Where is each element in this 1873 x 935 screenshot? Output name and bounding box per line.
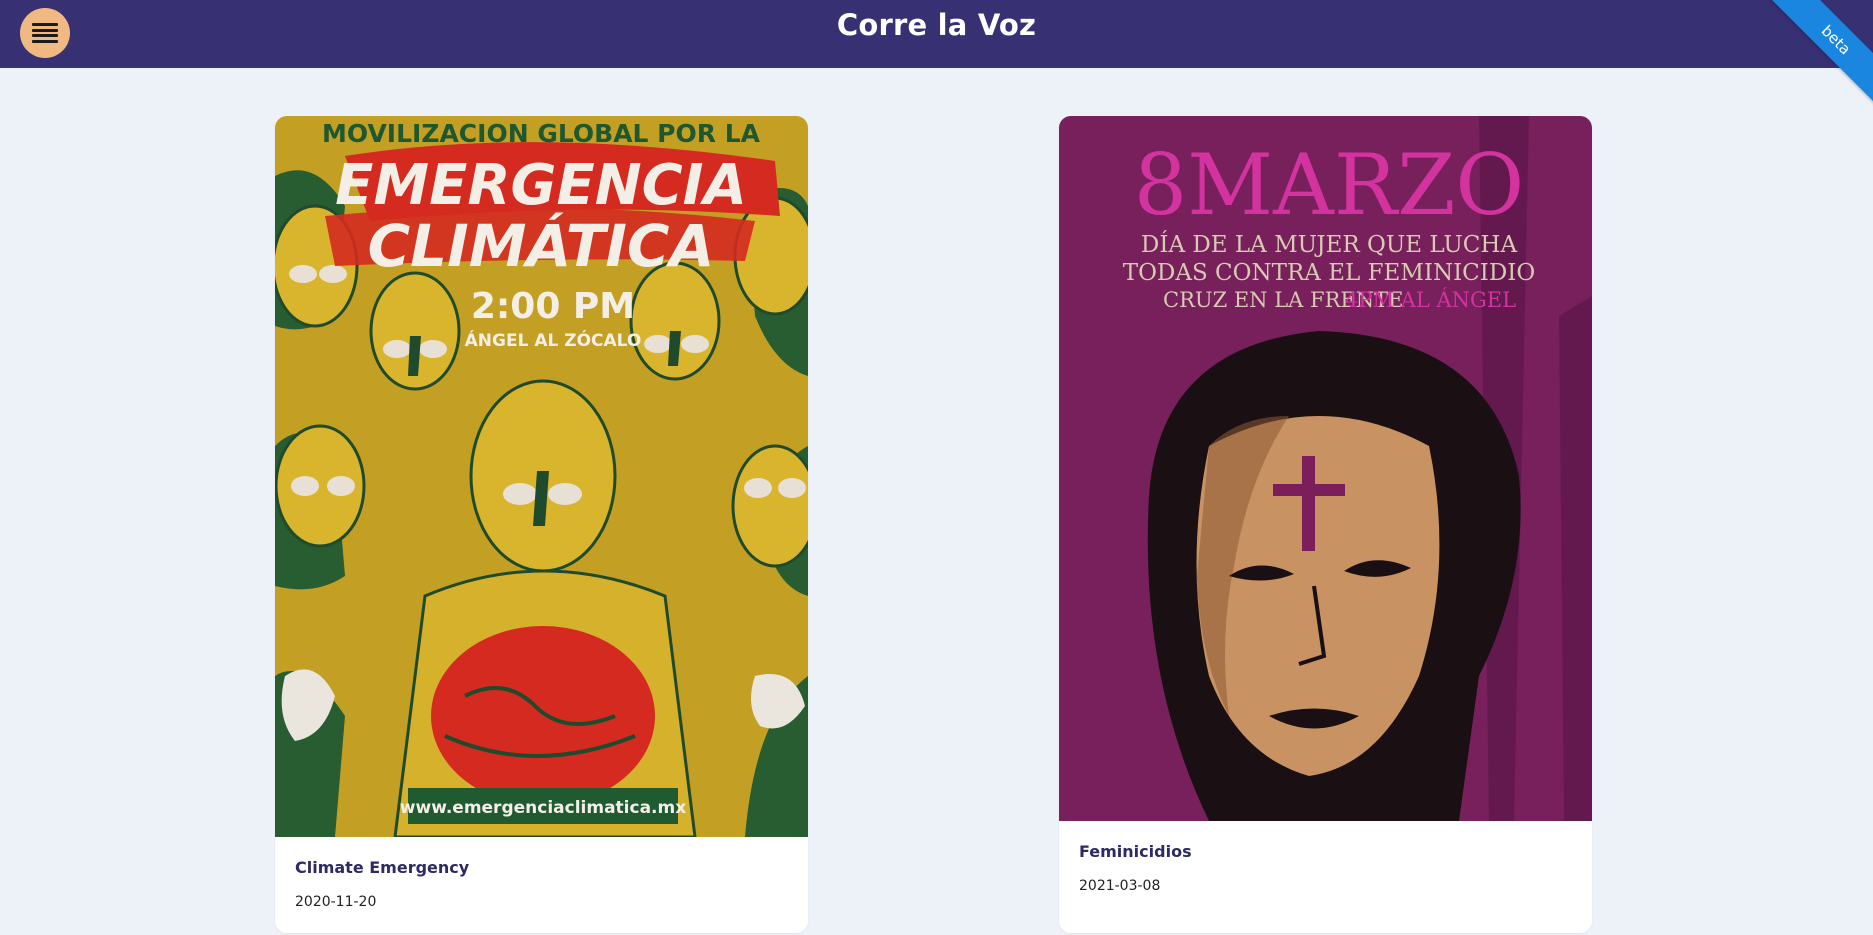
post-card-climate-emergency[interactable]: MOVILIZACION GLOBAL POR LA EMERGENCIA CL… <box>275 116 808 933</box>
post-poster-image: 8MARZO DÍA DE LA MUJER QUE LUCHA TODAS C… <box>1059 116 1592 821</box>
post-title[interactable]: Feminicidios <box>1079 842 1192 861</box>
app-title: Corre la Voz <box>836 8 1037 42</box>
poster-headline: 8MARZO <box>1134 136 1525 234</box>
top-app-bar: Corre la Voz beta <box>0 0 1873 113</box>
poster-line-1: DÍA DE LA MUJER QUE LUCHA <box>1141 231 1518 258</box>
poster-website: www.emergenciaclimatica.mx <box>400 798 686 818</box>
post-card-feminicidios[interactable]: 8MARZO DÍA DE LA MUJER QUE LUCHA TODAS C… <box>1059 116 1592 933</box>
poster-headline-2: CLIMÁTICA <box>368 211 715 280</box>
poster-route: ÁNGEL AL ZÓCALO <box>465 329 642 351</box>
post-date: 2021-03-08 <box>1079 878 1161 894</box>
post-poster-image: MOVILIZACION GLOBAL POR LA EMERGENCIA CL… <box>275 116 808 837</box>
post-date: 2020-11-20 <box>295 894 377 910</box>
post-title[interactable]: Climate Emergency <box>295 858 469 877</box>
beta-ribbon: beta <box>1763 0 1873 113</box>
poster-line-2: TODAS CONTRA EL FEMINICIDIO <box>1123 260 1536 286</box>
beta-ribbon-container: beta <box>1753 0 1873 120</box>
poster-headline-1: EMERGENCIA <box>335 153 747 218</box>
poster-time: 2:00 PM <box>471 286 635 327</box>
poster-top-line: MOVILIZACION GLOBAL POR LA <box>322 119 761 148</box>
poster-line-3b: 4PM AL ÁNGEL <box>1345 288 1516 312</box>
